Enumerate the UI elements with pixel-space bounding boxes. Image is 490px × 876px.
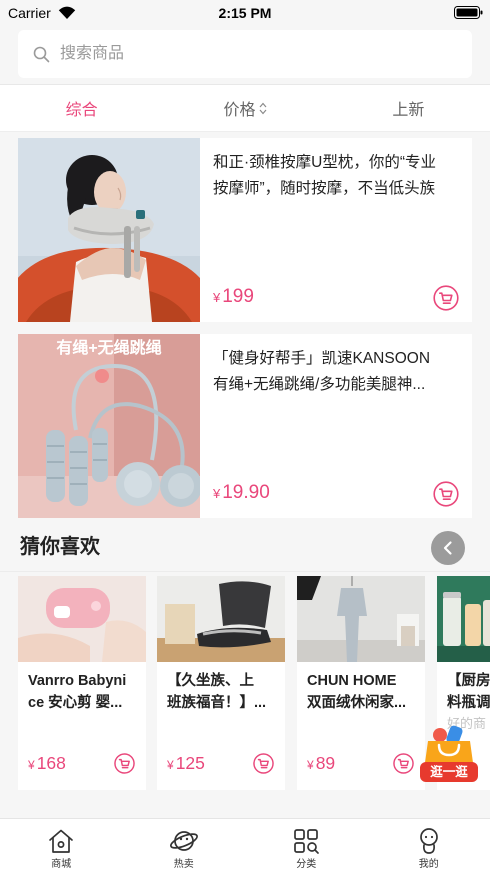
product-title-line: 按摩师”，随时按摩，不当低头族	[213, 180, 436, 197]
scroll-left-button[interactable]	[431, 531, 465, 565]
currency-symbol: ¥	[307, 758, 314, 772]
chevron-left-icon	[443, 541, 452, 555]
recommend-price: ¥168	[28, 752, 66, 776]
cart-icon[interactable]	[433, 481, 459, 507]
currency-symbol: ¥	[213, 486, 221, 501]
recommend-image	[157, 576, 285, 662]
product-price: ¥199	[213, 284, 254, 311]
product-title: 「健身好帮手」凯速KANSOON 有绳+无绳跳绳/多功能美腿神...	[213, 346, 465, 398]
tab-mall[interactable]: 商城	[0, 819, 123, 876]
recommend-card[interactable]: CHUN HOME 双面绒休闲家... ¥89	[297, 576, 425, 790]
price-value: 199	[222, 286, 254, 307]
browse-badge-button[interactable]: 逛一逛	[418, 724, 480, 784]
sort-arrows-icon	[259, 102, 266, 114]
filter-tab-comprehensive[interactable]: 综合	[0, 85, 163, 131]
recommend-title: CHUN HOME 双面绒休闲家...	[307, 670, 419, 714]
product-title: 和正·颈椎按摩U型枕，你的“专业 按摩师”，随时按摩，不当低头族	[213, 150, 465, 202]
product-title-line: 「健身好帮手」凯速KANSOON	[213, 350, 431, 367]
price-value: 125	[175, 753, 205, 773]
product-image-label: 有绳+无绳跳绳	[56, 340, 162, 357]
product-image	[18, 138, 200, 322]
product-title-line: 和正·颈椎按摩U型枕，你的“专业	[213, 154, 437, 171]
category-grid-icon	[294, 829, 320, 854]
recommend-title: 【厨房 料瓶调	[447, 670, 490, 714]
recommend-price: ¥125	[167, 752, 205, 776]
recommend-image	[437, 576, 490, 662]
filter-tab-label: 综合	[65, 102, 98, 119]
product-image: 有绳+无绳跳绳	[18, 334, 200, 518]
recommend-title: Vanrro Babyni ce 安心剪 婴...	[28, 670, 140, 714]
tab-label: 我的	[418, 859, 439, 870]
divider	[0, 571, 490, 572]
bottom-tab-bar: 商城 热卖 分类 我的	[0, 818, 490, 876]
recommend-title-line: 【久坐族、上	[167, 673, 254, 689]
seasoning-jars-photo	[437, 576, 490, 662]
seat-cushion-photo	[157, 576, 285, 662]
section-title: 猜你喜欢	[20, 536, 100, 558]
tab-label: 分类	[296, 859, 317, 870]
recommend-title-line: Vanrro Babyni	[28, 673, 127, 689]
recommend-scroller[interactable]: Vanrro Babyni ce 安心剪 婴... ¥168 【久坐族、上 班族	[0, 576, 490, 790]
price-value: 89	[315, 753, 336, 773]
recommend-title-line: 双面绒休闲家...	[307, 695, 407, 711]
recommend-title-line: ce 安心剪 婴...	[28, 695, 123, 711]
loungewear-photo	[297, 576, 425, 662]
jump-rope-photo	[18, 334, 200, 518]
currency-symbol: ¥	[28, 758, 35, 772]
filter-tab-label: 价格	[223, 102, 256, 119]
search-bar[interactable]	[18, 30, 472, 78]
home-icon	[49, 829, 74, 853]
recommend-card[interactable]: Vanrro Babyni ce 安心剪 婴... ¥168	[18, 576, 146, 790]
recommend-title-line: 班族福音！】...	[167, 695, 267, 711]
filter-tab-label: 上新	[392, 102, 425, 119]
recommend-title-line: CHUN HOME	[307, 673, 397, 689]
product-title-line: 有绳+无绳跳绳/多功能美腿神...	[213, 376, 426, 393]
recommend-title: 【久坐族、上 班族福音！】...	[167, 670, 279, 714]
price-value: 168	[36, 753, 66, 773]
search-input[interactable]	[60, 30, 460, 78]
recommend-title-line: 【厨房	[447, 673, 490, 689]
product-card[interactable]: 和正·颈椎按摩U型枕，你的“专业 按摩师”，随时按摩，不当低头族 ¥199	[18, 138, 472, 322]
price-value: 19.90	[222, 482, 270, 503]
product-card[interactable]: 有绳+无绳跳绳 「健身好帮手」凯速KANSOON 有绳+无绳跳绳/多功能美腿神.…	[18, 334, 472, 518]
tab-label: 商城	[51, 859, 72, 870]
recommend-card[interactable]: 【久坐族、上 班族福音！】... ¥125	[157, 576, 285, 790]
profile-icon	[419, 828, 438, 854]
tab-categories[interactable]: 分类	[245, 819, 368, 876]
recommend-image	[297, 576, 425, 662]
cart-icon[interactable]	[393, 753, 414, 774]
currency-symbol: ¥	[167, 758, 174, 772]
recommend-price: ¥89	[307, 752, 335, 776]
search-icon	[33, 46, 50, 63]
cart-icon[interactable]	[253, 753, 274, 774]
filter-tabs: 综合 价格 上新	[0, 84, 490, 132]
currency-symbol: ¥	[213, 290, 221, 305]
neck-pillow-photo	[18, 138, 200, 322]
cart-icon[interactable]	[433, 285, 459, 311]
browse-badge-label: 逛一逛	[430, 765, 468, 779]
tab-label: 热卖	[173, 859, 194, 870]
tab-hot-sale[interactable]: 热卖	[123, 819, 246, 876]
nail-clipper-photo	[18, 576, 146, 662]
recommend-title-line: 料瓶调	[447, 695, 490, 711]
cart-icon[interactable]	[114, 753, 135, 774]
status-bar: Carrier 2:15 PM	[0, 0, 490, 26]
planet-icon	[169, 831, 198, 851]
product-price: ¥19.90	[213, 480, 270, 507]
tab-profile[interactable]: 我的	[368, 819, 490, 876]
status-time: 2:15 PM	[218, 5, 272, 21]
filter-tab-newest[interactable]: 上新	[327, 85, 490, 131]
filter-tab-price[interactable]: 价格	[163, 85, 326, 131]
recommend-image	[18, 576, 146, 662]
battery-icon	[454, 6, 483, 19]
